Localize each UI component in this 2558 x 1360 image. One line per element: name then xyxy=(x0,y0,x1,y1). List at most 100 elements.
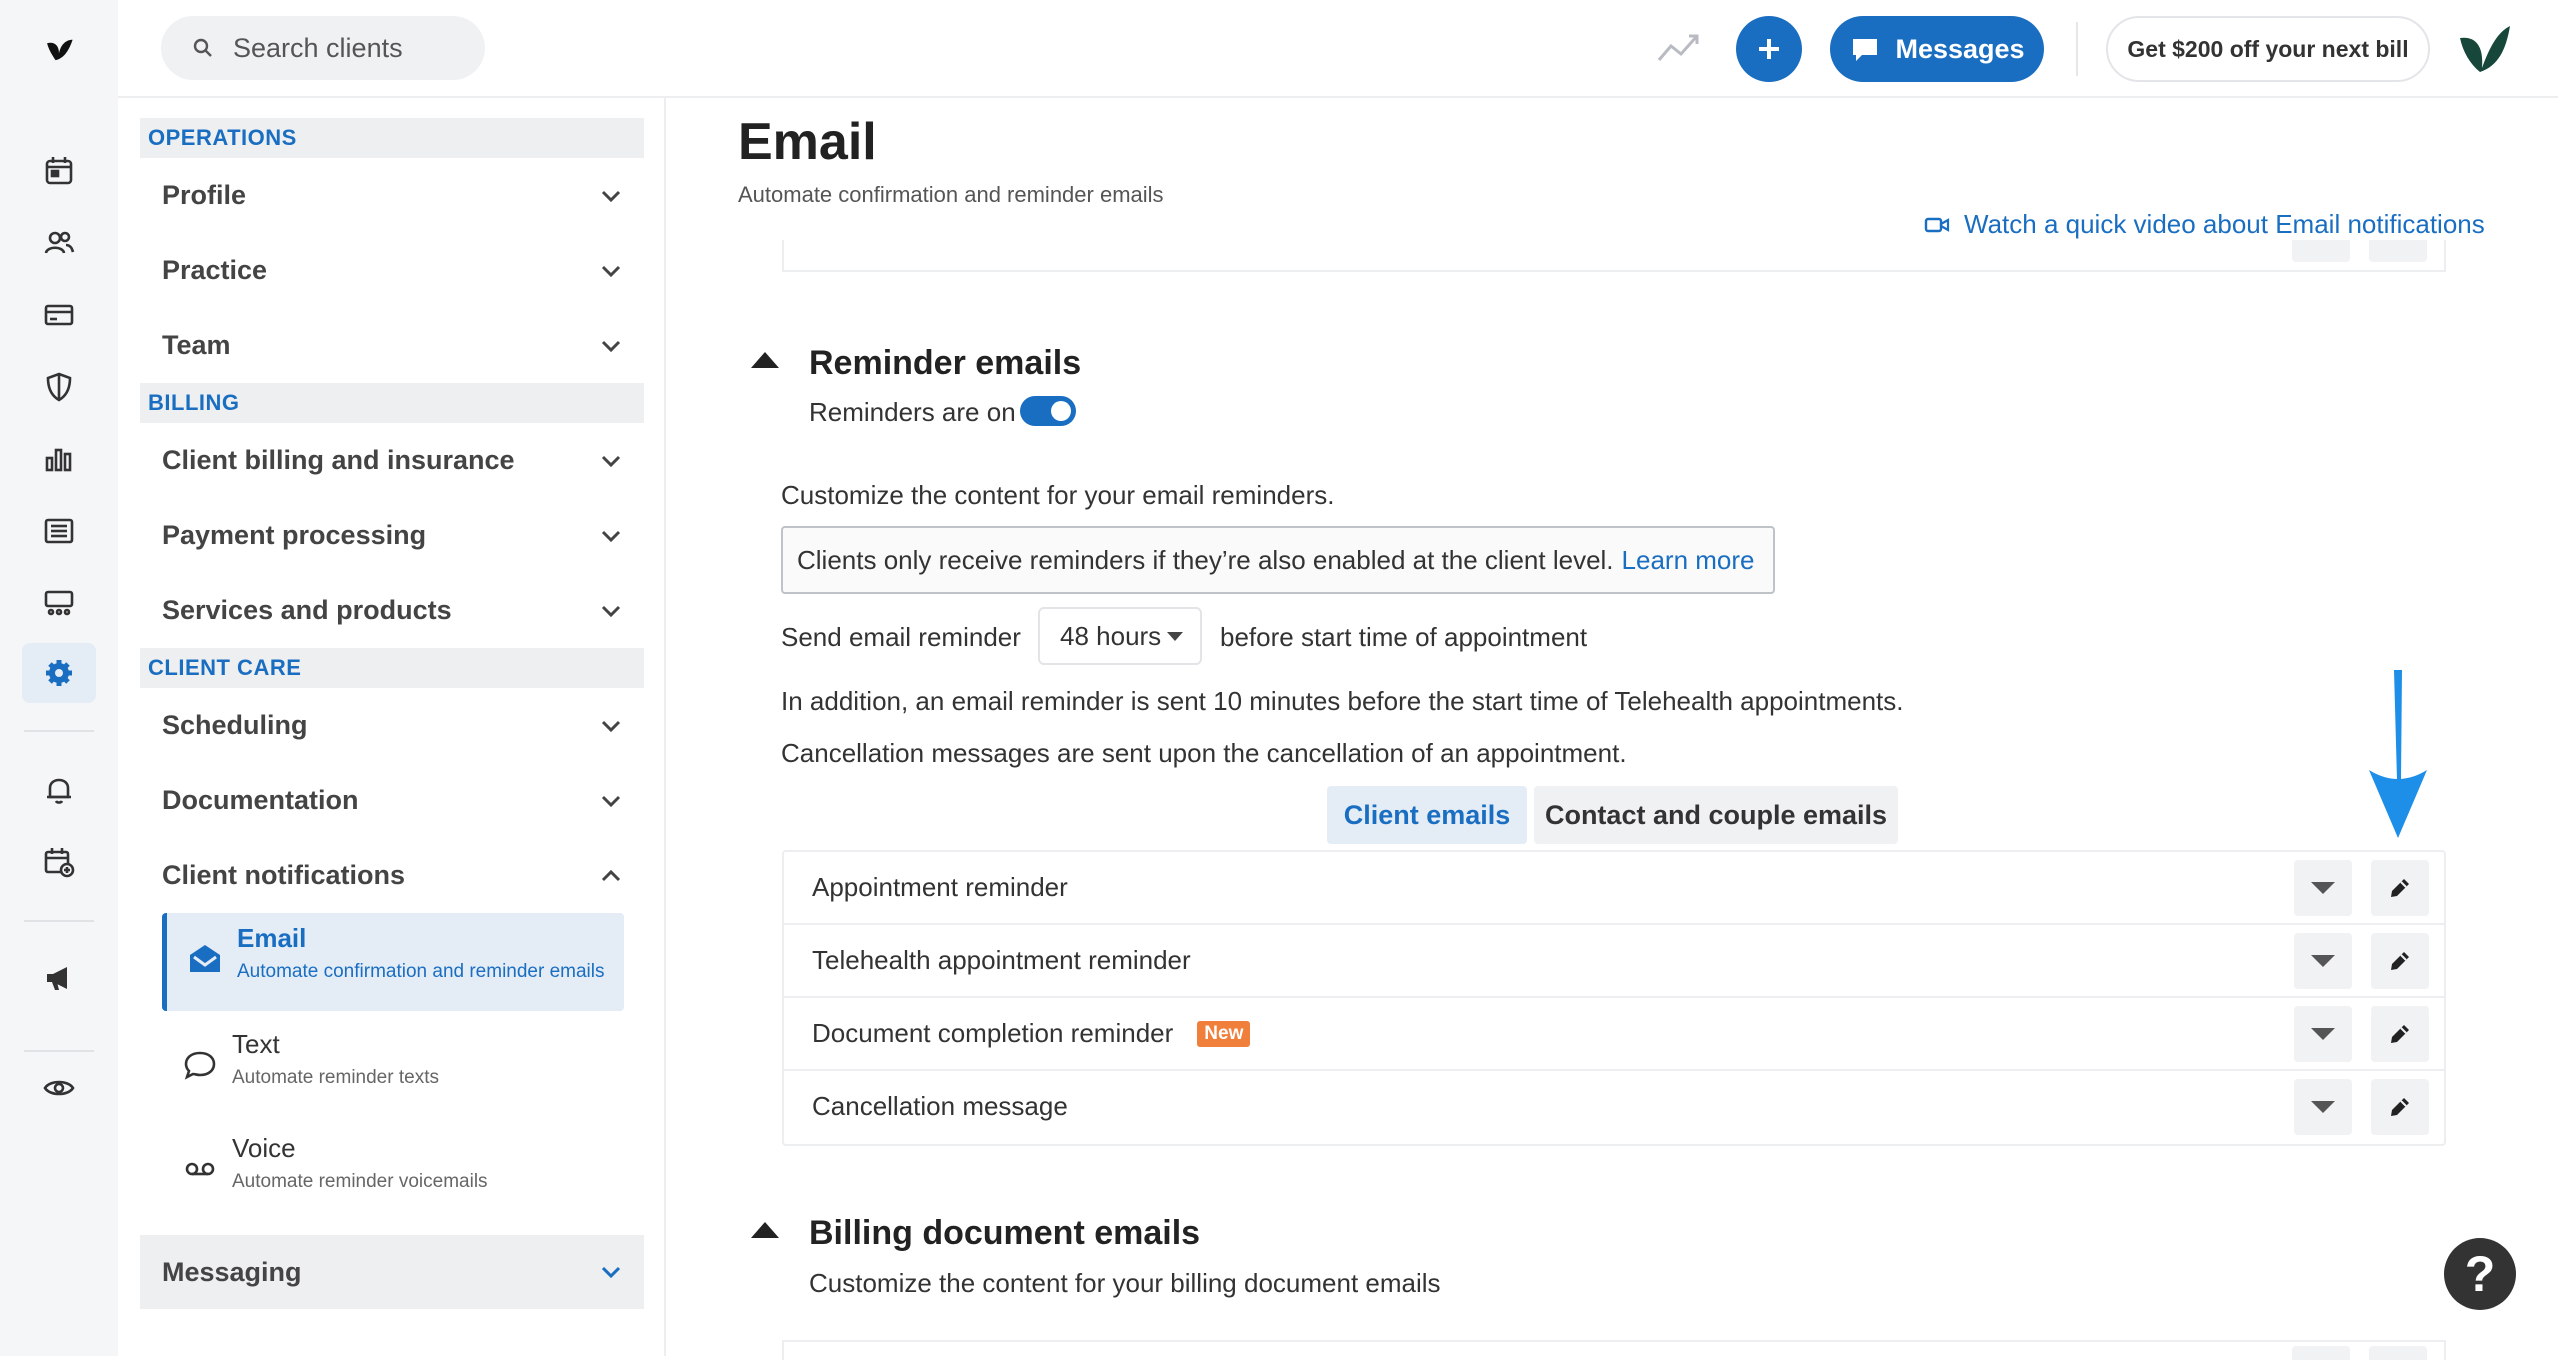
sidebar-item-messaging[interactable]: Messaging xyxy=(140,1235,644,1309)
table-row: Appointment reminder xyxy=(784,852,2444,925)
sidebar-item-documentation[interactable]: Documentation xyxy=(140,763,644,838)
send-reminder-prefix: Send email reminder xyxy=(781,622,1021,652)
billing-docs-subtitle: Customize the content for your billing d… xyxy=(809,1268,1441,1298)
chevron-down-icon xyxy=(601,530,621,542)
text-subitem-desc: Automate reminder texts xyxy=(232,1067,439,1088)
list-icon[interactable] xyxy=(22,501,96,561)
row-label: Document completion reminder xyxy=(812,1018,1174,1048)
edit-button[interactable] xyxy=(2371,933,2429,989)
search-icon xyxy=(193,38,212,57)
section-client-care: CLIENT CARE xyxy=(140,648,644,688)
logo-icon[interactable] xyxy=(22,20,96,80)
calendar-add-icon[interactable] xyxy=(22,832,96,892)
sidebar-item-client-billing[interactable]: Client billing and insurance xyxy=(140,423,644,498)
preview-eye-icon[interactable] xyxy=(22,1058,96,1118)
sidebar-item-client-notifications[interactable]: Client notifications xyxy=(140,838,644,913)
notifications-bell-icon[interactable] xyxy=(22,760,96,820)
telehealth-note: In addition, an email reminder is sent 1… xyxy=(781,686,1904,716)
email-subitem-desc: Automate confirmation and reminder email… xyxy=(237,961,605,982)
marketplace-icon[interactable] xyxy=(22,573,96,633)
add-button[interactable] xyxy=(1736,16,1802,82)
page-title: Email xyxy=(738,113,877,171)
trend-icon[interactable] xyxy=(1655,26,1703,70)
settings-gear-icon[interactable] xyxy=(22,643,96,703)
messages-button[interactable]: Messages xyxy=(1830,16,2044,82)
pencil-icon xyxy=(2391,1025,2409,1043)
chevron-down-icon xyxy=(601,720,621,732)
collapse-triangle-icon[interactable] xyxy=(751,352,779,368)
edit-button[interactable] xyxy=(2371,860,2429,916)
page-subtitle: Automate confirmation and reminder email… xyxy=(738,182,1164,207)
calendar-icon[interactable] xyxy=(22,141,96,201)
megaphone-icon[interactable] xyxy=(22,948,96,1008)
email-templates-table: Appointment reminder Telehealth appointm… xyxy=(782,850,2446,1146)
section-operations: OPERATIONS xyxy=(140,118,644,158)
tab-contact-couple-emails[interactable]: Contact and couple emails xyxy=(1534,786,1898,844)
analytics-icon[interactable] xyxy=(22,429,96,489)
top-bar: Search clients Messages Get $200 off you… xyxy=(118,0,2558,98)
info-text: Clients only receive reminders if they’r… xyxy=(797,544,1614,575)
row-label: Appointment reminder xyxy=(812,872,1068,902)
promo-button[interactable]: Get $200 off your next bill xyxy=(2106,16,2430,82)
table-row: Cancellation message xyxy=(784,1071,2444,1144)
messages-label: Messages xyxy=(1895,33,2025,64)
expand-button[interactable] xyxy=(2294,860,2352,916)
send-reminder-suffix: before start time of appointment xyxy=(1220,622,1588,652)
customize-text: Customize the content for your email rem… xyxy=(781,480,1335,510)
collapse-triangle-icon[interactable] xyxy=(751,1222,779,1238)
sidebar-item-payment-processing[interactable]: Payment processing xyxy=(140,498,644,573)
edit-button[interactable] xyxy=(2371,1006,2429,1062)
info-box: Clients only receive reminders if they’r… xyxy=(781,526,1775,594)
row-label: Cancellation message xyxy=(812,1091,1068,1121)
search-placeholder: Search clients xyxy=(233,32,403,63)
expand-button[interactable] xyxy=(2294,1079,2352,1135)
sidebar-item-scheduling[interactable]: Scheduling xyxy=(140,688,644,763)
billing-card-icon[interactable] xyxy=(22,285,96,345)
chevron-down-icon xyxy=(601,265,621,277)
chevron-down-icon xyxy=(601,1266,621,1279)
pencil-icon xyxy=(2391,879,2409,897)
insurance-shield-icon[interactable] xyxy=(22,357,96,417)
chevron-up-icon xyxy=(601,869,621,881)
annotation-arrow-icon xyxy=(2369,670,2427,838)
expand-button[interactable] xyxy=(2294,1006,2352,1062)
sidebar-item-profile[interactable]: Profile xyxy=(140,158,644,233)
plus-icon xyxy=(1759,39,1779,59)
chevron-down-icon xyxy=(601,455,621,467)
speech-bubble-icon xyxy=(184,1051,216,1080)
pencil-icon xyxy=(2391,952,2409,970)
billing-docs-card xyxy=(782,1340,2446,1360)
sidebar-item-services-products[interactable]: Services and products xyxy=(140,573,644,648)
edit-button[interactable] xyxy=(2371,1079,2429,1135)
sidebar-item-team[interactable]: Team xyxy=(140,308,644,383)
reminders-toggle[interactable] xyxy=(1020,396,1076,426)
voicemail-icon xyxy=(185,1162,215,1176)
email-subitem-title: Email xyxy=(237,923,307,953)
chevron-down-icon xyxy=(601,795,621,807)
billing-docs-title: Billing document emails xyxy=(809,1214,1201,1252)
account-avatar[interactable] xyxy=(2454,20,2514,76)
caret-down-icon xyxy=(2311,1028,2335,1040)
sidebar-subitem-email[interactable]: Email Automate confirmation and reminder… xyxy=(162,913,624,1011)
voice-subitem-desc: Automate reminder voicemails xyxy=(232,1171,488,1192)
sidebar-subitem-voice[interactable]: Voice Automate reminder voicemails xyxy=(162,1123,624,1221)
expand-button[interactable] xyxy=(2294,933,2352,989)
sidebar-subitem-text[interactable]: Text Automate reminder texts xyxy=(162,1019,624,1117)
search-input[interactable]: Search clients xyxy=(161,16,485,80)
chevron-down-icon xyxy=(601,605,621,617)
sidebar-item-practice[interactable]: Practice xyxy=(140,233,644,308)
help-button[interactable]: ? xyxy=(2444,1238,2516,1310)
row-label: Telehealth appointment reminder xyxy=(812,945,1191,975)
reminder-emails-title: Reminder emails xyxy=(809,344,1082,382)
reminder-time-select[interactable]: 48 hours xyxy=(1038,607,1202,665)
icon-rail xyxy=(0,0,118,1356)
envelope-open-icon xyxy=(190,945,220,972)
video-camera-icon xyxy=(1924,217,1950,232)
video-link[interactable]: Watch a quick video about Email notifica… xyxy=(1924,209,2485,240)
clients-icon[interactable] xyxy=(22,213,96,273)
chat-icon xyxy=(1853,39,1878,61)
settings-sidebar: OPERATIONS Profile Practice Team BILLING… xyxy=(140,118,644,1309)
tab-client-emails[interactable]: Client emails xyxy=(1327,786,1527,844)
caret-down-icon xyxy=(2311,955,2335,967)
learn-more-link[interactable]: Learn more xyxy=(1622,545,1755,576)
